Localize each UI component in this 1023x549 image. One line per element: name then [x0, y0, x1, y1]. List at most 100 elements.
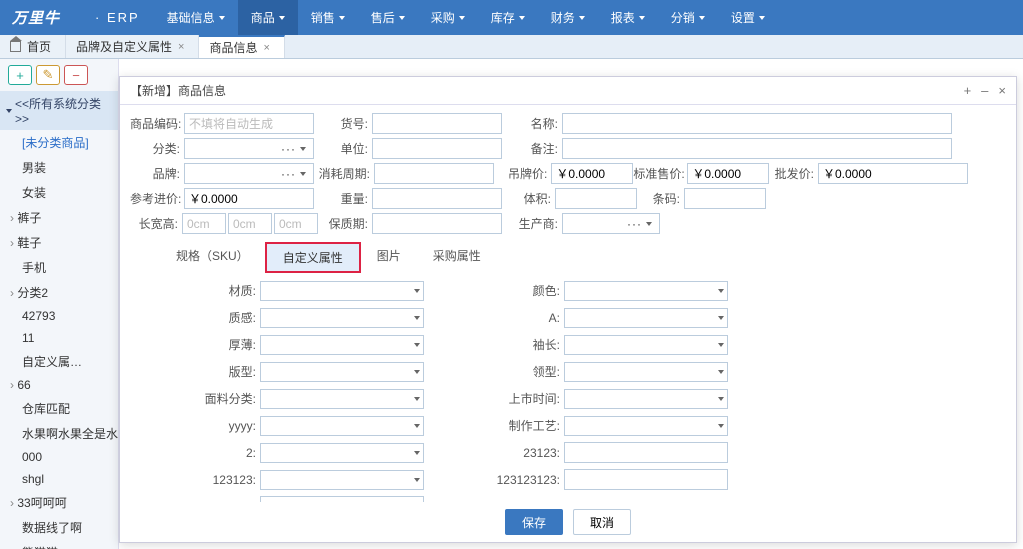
barcode-input[interactable] — [684, 188, 766, 209]
add-button[interactable]: + — [8, 65, 32, 85]
tab-bar: 首页 品牌及自定义属性×商品信息× — [0, 35, 1023, 59]
tree-node[interactable]: 数据线了啊 — [0, 515, 118, 540]
plus-icon[interactable]: + — [964, 83, 972, 98]
nav-item-label: 商品 — [251, 9, 275, 26]
brand-combo[interactable]: ··· — [184, 163, 314, 184]
dim-l-input[interactable] — [182, 213, 226, 234]
lbl-product-code: 商品编码: — [130, 115, 184, 132]
tree-node[interactable]: 自定义属… — [0, 349, 118, 374]
sku-input[interactable] — [372, 113, 502, 134]
delete-button[interactable]: − — [64, 65, 88, 85]
product-code-input[interactable] — [184, 113, 314, 134]
attr-select[interactable] — [260, 470, 424, 490]
edit-button[interactable]: ✎ — [36, 65, 60, 85]
nav-item-label: 销售 — [311, 9, 335, 26]
tree-node[interactable]: 11 — [0, 327, 118, 349]
tree-node[interactable]: 女装 — [0, 180, 118, 205]
attr-select[interactable] — [564, 308, 728, 328]
tree-node[interactable]: 33呵呵呵 — [0, 490, 118, 515]
attr-select[interactable] — [260, 281, 424, 301]
tab-close-icon[interactable]: × — [178, 41, 184, 53]
tree-node[interactable]: 裤子 — [0, 205, 118, 230]
tab-home[interactable]: 首页 — [0, 35, 66, 58]
shelf-input[interactable] — [372, 213, 502, 234]
attr-select[interactable] — [564, 362, 728, 382]
subtab[interactable]: 采购属性 — [417, 242, 497, 273]
nav-item[interactable]: 分销 — [658, 0, 718, 35]
attr-input[interactable] — [564, 442, 728, 463]
category-combo[interactable]: ··· — [184, 138, 314, 159]
weight-input[interactable] — [372, 188, 502, 209]
lbl-name: 名称: — [508, 115, 562, 132]
tab[interactable]: 商品信息× — [199, 35, 284, 58]
nav-item[interactable]: 销售 — [298, 0, 358, 35]
attr-select[interactable] — [260, 416, 424, 436]
attr-select[interactable] — [260, 308, 424, 328]
lbl-category: 分类: — [130, 140, 184, 157]
ref-cost-input[interactable] — [184, 188, 314, 209]
attr-label: yyyy: — [160, 419, 260, 433]
attr-label: 袖长: — [464, 336, 564, 353]
attr-select[interactable] — [564, 416, 728, 436]
nav-item[interactable]: 财务 — [538, 0, 598, 35]
nav-item-label: 库存 — [491, 9, 515, 26]
nav-item[interactable]: 设置 — [718, 0, 778, 35]
tree-node[interactable]: [未分类商品] — [0, 130, 118, 155]
cancel-button[interactable]: 取消 — [573, 509, 631, 535]
attr-row: 123123123: — [464, 468, 728, 491]
cycle-input[interactable] — [374, 163, 494, 184]
tree-node[interactable]: 66 — [0, 374, 118, 396]
tree-node[interactable]: 男装 — [0, 155, 118, 180]
producer-combo[interactable]: ··· — [562, 213, 660, 234]
tree-node[interactable]: 水果啊水果全是水果 — [0, 421, 118, 446]
save-button[interactable]: 保存 — [505, 509, 563, 535]
tree-node[interactable]: 熊猫猫 — [0, 540, 118, 549]
volume-input[interactable] — [555, 188, 637, 209]
nav-item[interactable]: 库存 — [478, 0, 538, 35]
caret-down-icon — [414, 397, 420, 401]
std-price-input[interactable] — [687, 163, 769, 184]
nav-item[interactable]: 基础信息 — [154, 0, 238, 35]
sidebar: + ✎ − <<所有系统分类>> [未分类商品]男装女装裤子鞋子手机分类2427… — [0, 59, 119, 549]
minimize-icon[interactable]: – — [981, 83, 988, 98]
nav-item[interactable]: 商品 — [238, 0, 298, 35]
dim-h-input[interactable] — [274, 213, 318, 234]
subtab[interactable]: 自定义属性 — [265, 242, 361, 273]
nav-item[interactable]: 报表 — [598, 0, 658, 35]
attr-row: 23123: — [464, 441, 728, 464]
attr-select[interactable] — [260, 389, 424, 409]
tree-node[interactable]: 42793 — [0, 305, 118, 327]
tag-price-input[interactable] — [551, 163, 633, 184]
tree-node[interactable]: 分类2 — [0, 280, 118, 305]
nav-item[interactable]: 售后 — [358, 0, 418, 35]
attr-row: 颜色: — [464, 279, 728, 302]
attr-label: 123123123: — [464, 473, 564, 487]
whole-price-input[interactable] — [818, 163, 968, 184]
tree-node[interactable]: 000 — [0, 446, 118, 468]
remark-input[interactable] — [562, 138, 952, 159]
attr-input[interactable] — [564, 469, 728, 490]
attr-select[interactable] — [260, 443, 424, 463]
tree-node[interactable]: 仓库匹配 — [0, 396, 118, 421]
unit-input[interactable] — [372, 138, 502, 159]
tree-root[interactable]: <<所有系统分类>> — [0, 91, 118, 130]
attr-select[interactable] — [260, 335, 424, 355]
attr-select[interactable] — [564, 281, 728, 301]
close-icon[interactable]: × — [998, 83, 1006, 98]
dim-w-input[interactable] — [228, 213, 272, 234]
attr-select[interactable] — [260, 362, 424, 382]
tree-node[interactable]: 鞋子 — [0, 230, 118, 255]
tree-node[interactable]: 手机 — [0, 255, 118, 280]
attr-label: 123123: — [160, 473, 260, 487]
attr-select[interactable] — [564, 335, 728, 355]
lbl-volume: 体积: — [508, 190, 555, 207]
attr-select[interactable] — [564, 389, 728, 409]
caret-down-icon — [579, 16, 585, 20]
name-input[interactable] — [562, 113, 952, 134]
tab-close-icon[interactable]: × — [263, 42, 269, 54]
subtab[interactable]: 图片 — [361, 242, 417, 273]
subtab[interactable]: 规格（SKU） — [160, 242, 265, 273]
tree-node[interactable]: shgl — [0, 468, 118, 490]
nav-item[interactable]: 采购 — [418, 0, 478, 35]
tab[interactable]: 品牌及自定义属性× — [66, 35, 199, 58]
